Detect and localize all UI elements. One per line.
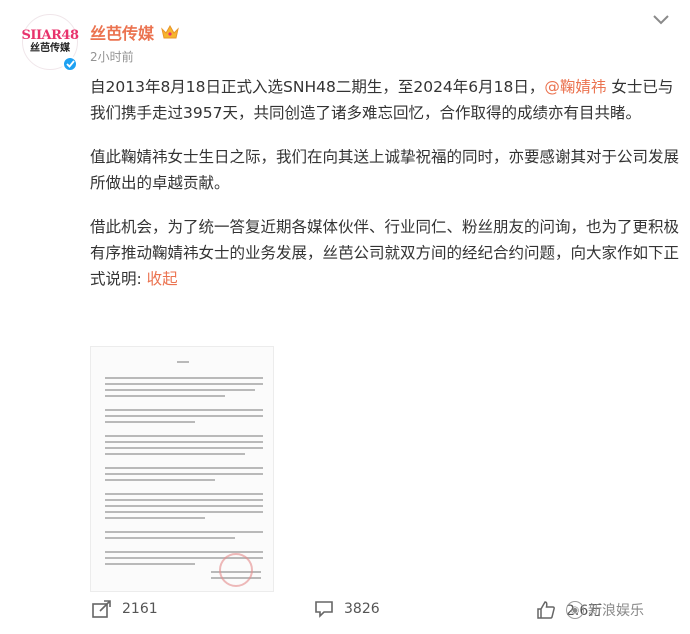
share-count: 2161 [122, 601, 158, 617]
doc-text-line [105, 505, 263, 507]
doc-text-line [105, 409, 263, 411]
comment-icon [315, 601, 333, 618]
avatar-logo-text: SIIAR48 [21, 28, 79, 43]
doc-text-line [105, 453, 245, 455]
doc-text-line [105, 377, 263, 379]
doc-text-line [105, 531, 263, 533]
share-icon [92, 600, 111, 618]
crown-icon[interactable] [160, 24, 180, 40]
doc-text-line [105, 499, 263, 501]
paragraph-1: 自2013年8月18日正式入选SNH48二期生，至2024年6月18日，@鞠婧祎… [90, 74, 680, 126]
doc-text-line [105, 415, 263, 417]
doc-text-line [105, 473, 263, 475]
like-icon [537, 601, 555, 619]
action-bar: 2161 3826 2.6万 ◉ 新浪娱乐 [0, 596, 690, 626]
doc-text-line [105, 383, 263, 385]
doc-text-line [105, 389, 255, 391]
doc-text-line [105, 517, 205, 519]
doc-seal [219, 553, 253, 587]
doc-text-line [105, 447, 263, 449]
doc-text-line [105, 511, 263, 513]
doc-title-line [177, 361, 189, 363]
watermark-text: 新浪娱乐 [588, 603, 644, 619]
doc-text-line [105, 479, 215, 481]
paragraph-1-text-a: 自2013年8月18日正式入选SNH48二期生，至2024年6月18日， [90, 78, 545, 96]
doc-text-line [105, 467, 263, 469]
document-image[interactable] [90, 346, 274, 592]
author-row: 丝芭传媒 [90, 20, 180, 44]
post-content: 自2013年8月18日正式入选SNH48二期生，至2024年6月18日，@鞠婧祎… [90, 74, 680, 310]
doc-text-line [105, 493, 263, 495]
weibo-post: SIIAR48 丝芭传媒 丝芭传媒 2小时前 自2013年8月18日正式入选SN… [0, 0, 690, 634]
doc-text-line [105, 441, 263, 443]
doc-text-line [105, 395, 225, 397]
paragraph-2: 值此鞠婧祎女士生日之际，我们在向其送上诚挚祝福的同时，亦要感谢其对于公司发展所做… [90, 148, 680, 192]
verified-icon [62, 56, 78, 72]
doc-text-line [105, 563, 195, 565]
comment-count: 3826 [344, 601, 380, 617]
paragraph-3-text: 借此机会，为了统一答复近期各媒体伙伴、行业同仁、粉丝朋友的问询，也为了更积极有序… [90, 218, 680, 288]
weibo-icon: ◉ [566, 601, 584, 619]
doc-text-line [105, 435, 263, 437]
avatar-logo-subtext: 丝芭传媒 [30, 43, 70, 54]
author-name[interactable]: 丝芭传媒 [90, 20, 154, 44]
doc-text-line [105, 421, 195, 423]
doc-text-line [105, 537, 235, 539]
post-time[interactable]: 2小时前 [90, 48, 134, 65]
share-button[interactable]: 2161 [92, 600, 158, 618]
watermark: ◉ 新浪娱乐 [566, 600, 644, 620]
collapse-link[interactable]: 收起 [147, 270, 178, 288]
paragraph-3: 借此机会，为了统一答复近期各媒体伙伴、行业同仁、粉丝朋友的问询，也为了更积极有序… [90, 214, 680, 292]
chevron-down-icon[interactable] [652, 14, 670, 26]
comment-button[interactable]: 3826 [314, 600, 380, 618]
mention-link[interactable]: @鞠婧祎 [544, 78, 606, 96]
